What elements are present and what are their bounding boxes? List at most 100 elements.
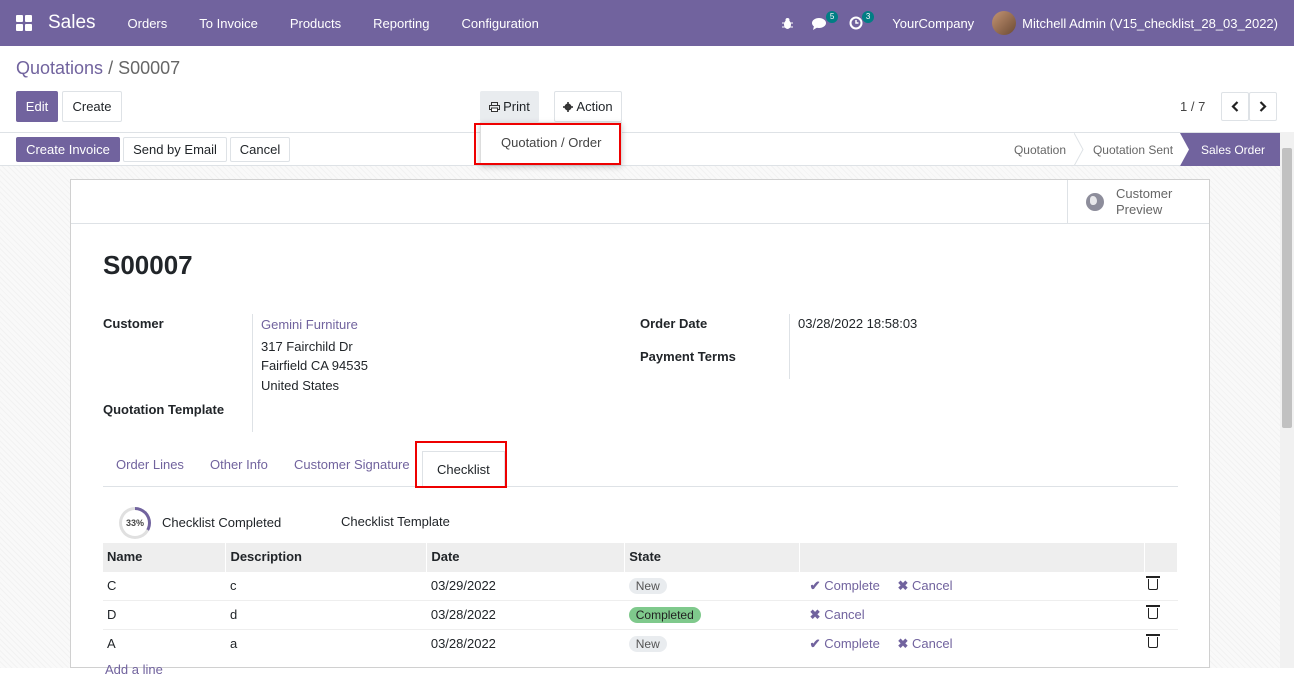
cell-name[interactable]: D [103, 599, 226, 629]
form-sheet: Customer Preview S00007 Customer Gemini … [70, 179, 1210, 677]
cell-description[interactable]: d [225, 599, 427, 629]
cell-date[interactable]: 03/29/2022 [426, 570, 625, 600]
customer-preview-button[interactable]: Customer Preview [1067, 180, 1209, 224]
check-icon: ✔ [809, 635, 821, 651]
menu-configuration[interactable]: Configuration [446, 0, 555, 46]
menu-products[interactable]: Products [274, 0, 357, 46]
breadcrumb: Quotations / S00007 [16, 58, 180, 79]
debug-bug-icon[interactable] [772, 0, 802, 46]
cell-description[interactable]: c [225, 570, 427, 600]
cell-name[interactable]: C [103, 570, 226, 600]
cell-date[interactable]: 03/28/2022 [426, 628, 625, 658]
cancel-label: Cancel [912, 635, 953, 651]
address-line-3: United States [261, 378, 340, 393]
cell-actions: ✔ Complete ✖ Cancel [799, 570, 1145, 600]
checklist-progress-ring: 33% [119, 507, 151, 539]
print-button-label: Print [503, 99, 530, 114]
state-badge: New [628, 577, 667, 594]
app-name[interactable]: Sales [48, 12, 96, 34]
create-button[interactable]: Create [62, 91, 122, 122]
cancel-line-button[interactable]: ✖ Cancel [810, 607, 865, 622]
tab-customer-signature[interactable]: Customer Signature [294, 442, 410, 487]
state-badge: New [628, 635, 667, 652]
tab-order-lines[interactable]: Order Lines [116, 442, 184, 487]
trash-icon[interactable] [1146, 605, 1161, 619]
top-navbar: Sales Orders To Invoice Products Reporti… [0, 0, 1294, 46]
cancel-label: Cancel [824, 606, 865, 622]
column-header-delete [1144, 543, 1179, 571]
activities-count-badge: 3 [861, 11, 875, 23]
print-button[interactable]: Print [480, 91, 539, 122]
action-button[interactable]: Action [554, 91, 622, 122]
cell-description[interactable]: a [225, 628, 427, 658]
table-row[interactable]: D d 03/28/2022 Completed ✖ Cancel [103, 599, 1178, 629]
highlight-box [474, 123, 621, 165]
complete-button[interactable]: ✔ Complete [810, 636, 880, 651]
table-row[interactable]: C c 03/29/2022 New ✔ Complete ✖ Cancel [103, 570, 1178, 600]
cell-delete [1144, 570, 1178, 600]
cell-actions: ✔ Complete ✖ Cancel [799, 628, 1145, 658]
menu-reporting[interactable]: Reporting [357, 0, 445, 46]
pager-value[interactable]: 1 / 7 [1180, 99, 1205, 114]
button-box: Customer Preview [71, 180, 1209, 224]
send-by-email-button[interactable]: Send by Email [123, 137, 227, 162]
order-title: S00007 [103, 250, 193, 280]
address-line-2: Fairfield CA 94535 [261, 358, 368, 373]
stage-quotation-sent[interactable]: Quotation Sent [1084, 133, 1182, 166]
cancel-label: Cancel [912, 577, 953, 593]
complete-button[interactable]: ✔ Complete [810, 578, 880, 593]
column-header-description[interactable]: Description [225, 543, 428, 571]
user-avatar[interactable] [992, 11, 1017, 35]
trash-icon[interactable] [1146, 576, 1161, 590]
customer-link[interactable]: Gemini Furniture [261, 317, 358, 332]
quotation-template-label: Quotation Template [103, 402, 225, 417]
breadcrumb-separator: / [103, 58, 119, 78]
cancel-line-button[interactable]: ✖ Cancel [897, 578, 952, 593]
action-button-label: Action [576, 99, 613, 114]
checklist-completed-label: Checklist Completed [162, 515, 282, 530]
checklist-template-label: Checklist Template [341, 514, 450, 529]
order-date-label: Order Date [640, 316, 708, 331]
tab-other-info[interactable]: Other Info [210, 442, 268, 487]
scrollbar-thumb[interactable] [1282, 148, 1292, 428]
gear-icon [563, 101, 574, 112]
address-line-1: 317 Fairchild Dr [261, 339, 353, 354]
column-header-name[interactable]: Name [103, 543, 227, 571]
cancel-order-button[interactable]: Cancel [230, 137, 290, 162]
breadcrumb-quotations-link[interactable]: Quotations [16, 58, 103, 78]
order-date-value: 03/28/2022 18:58:03 [798, 316, 918, 331]
cancel-line-button[interactable]: ✖ Cancel [897, 636, 952, 651]
activities-clock-icon[interactable]: 3 [838, 0, 875, 46]
column-header-date[interactable]: Date [426, 543, 626, 571]
x-icon: ✖ [809, 606, 821, 622]
trash-icon[interactable] [1146, 634, 1161, 649]
menu-orders[interactable]: Orders [112, 0, 184, 46]
company-switcher[interactable]: YourCompany [874, 16, 992, 31]
table-row[interactable]: A a 03/28/2022 New ✔ Complete ✖ Cancel [103, 628, 1178, 658]
complete-label: Complete [824, 577, 880, 593]
menu-to-invoice[interactable]: To Invoice [183, 0, 274, 46]
checklist-table: Name Description Date State C c 03/29/20… [103, 543, 1179, 658]
stage-sales-order[interactable]: Sales Order [1180, 133, 1280, 166]
pager-previous-button[interactable] [1221, 92, 1249, 121]
create-invoice-button[interactable]: Create Invoice [16, 137, 120, 162]
user-menu[interactable]: Mitchell Admin (V15_checklist_28_03_2022… [1022, 16, 1294, 31]
edit-button[interactable]: Edit [16, 91, 58, 122]
cell-date[interactable]: 03/28/2022 [426, 599, 625, 629]
customer-label: Customer [103, 316, 164, 331]
breadcrumb-current: S00007 [118, 58, 181, 78]
add-line-link[interactable]: Add a line [105, 662, 163, 677]
state-badge: Completed [628, 606, 701, 623]
pager-next-button[interactable] [1249, 92, 1277, 121]
messages-icon[interactable]: 5 [802, 0, 839, 46]
column-header-state[interactable]: State [624, 543, 801, 571]
cell-name[interactable]: A [103, 628, 226, 658]
globe-icon [1086, 193, 1104, 211]
x-icon: ✖ [897, 577, 909, 593]
complete-label: Complete [824, 635, 880, 651]
stage-quotation[interactable]: Quotation [1002, 133, 1078, 166]
cell-state: New [624, 628, 800, 658]
cell-state: New [624, 570, 800, 600]
apps-menu-icon[interactable] [16, 15, 32, 31]
checklist-progress-value: 33% [122, 510, 148, 536]
